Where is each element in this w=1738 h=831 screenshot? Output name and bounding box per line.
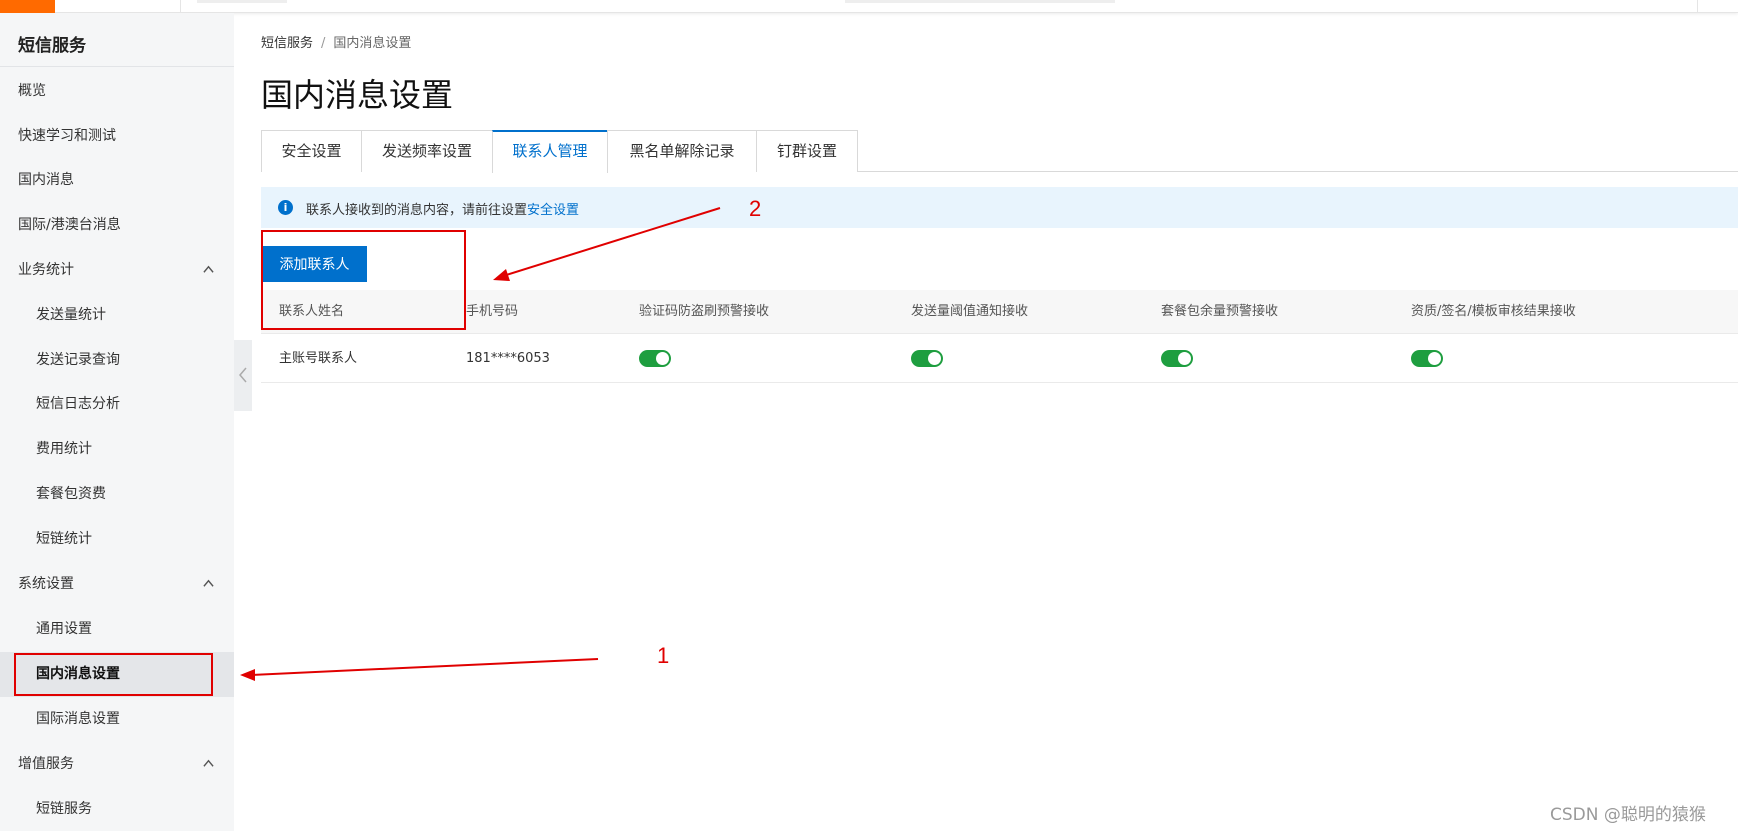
annotation-arrow-1 [249,658,599,676]
arrow-head-icon [493,269,510,281]
arrow-head-icon [240,669,255,681]
annotation-arrow-2 [502,207,721,277]
annotation-arrows [240,207,721,681]
watermark: CSDN @聪明的猿猴 [1550,805,1706,825]
